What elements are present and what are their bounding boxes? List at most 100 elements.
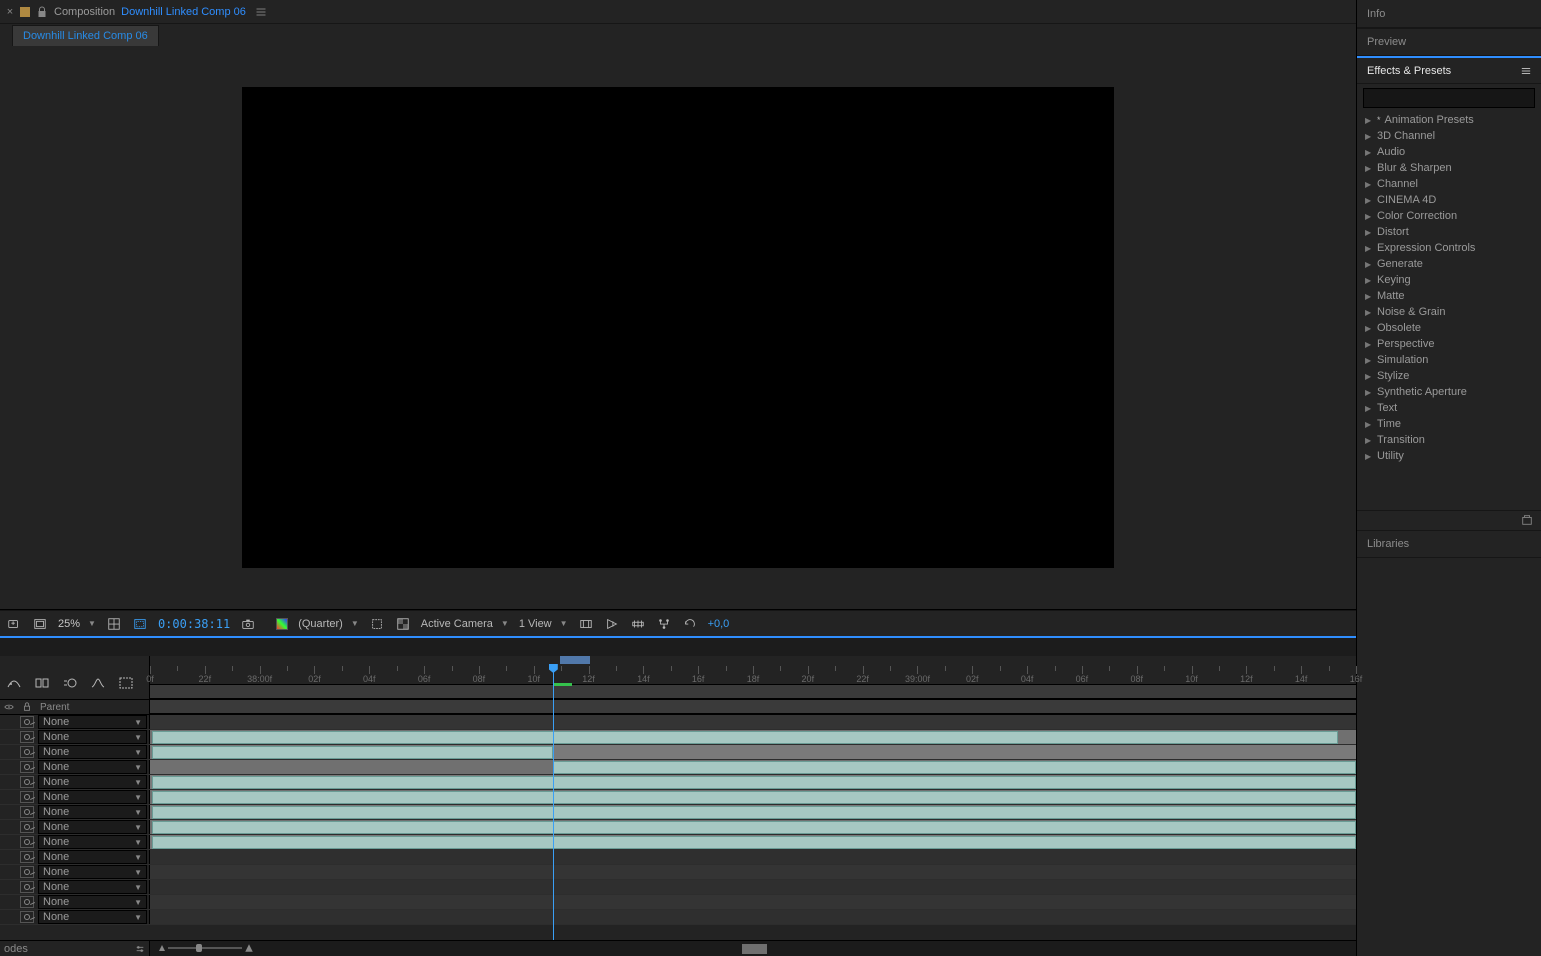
effects-category[interactable]: ▶Simulation [1357, 352, 1541, 368]
snapshot-icon[interactable] [240, 616, 256, 632]
layer-duration-bar[interactable] [152, 731, 1337, 744]
layer-track[interactable] [150, 895, 1356, 909]
parent-dropdown[interactable]: None▼ [38, 745, 147, 759]
graph-editor-icon[interactable] [90, 675, 106, 691]
effects-category[interactable]: ▶Utility [1357, 448, 1541, 464]
pickwhip-icon[interactable] [20, 791, 34, 803]
layer-track[interactable] [150, 790, 1356, 804]
timeline-row[interactable]: None▼ [0, 730, 1356, 745]
pixel-aspect-icon[interactable] [578, 616, 594, 632]
layer-track[interactable] [150, 880, 1356, 894]
libraries-panel-tab[interactable]: Libraries [1357, 530, 1541, 558]
effects-category[interactable]: ▶Synthetic Aperture [1357, 384, 1541, 400]
pickwhip-icon[interactable] [20, 821, 34, 833]
pickwhip-icon[interactable] [20, 851, 34, 863]
parent-dropdown[interactable]: None▼ [38, 730, 147, 744]
effects-category[interactable]: ▶CINEMA 4D [1357, 192, 1541, 208]
parent-dropdown[interactable]: None▼ [38, 715, 147, 729]
parent-dropdown[interactable]: None▼ [38, 895, 147, 909]
layer-duration-bar[interactable] [152, 791, 1356, 804]
shy-icon[interactable] [6, 675, 22, 691]
layer-track[interactable] [150, 835, 1356, 849]
preview-panel-tab[interactable]: Preview [1357, 28, 1541, 56]
safe-zones-icon[interactable] [132, 616, 148, 632]
layer-duration-bar[interactable] [152, 821, 1356, 834]
effects-category[interactable]: ▶Keying [1357, 272, 1541, 288]
timeline-row[interactable]: None▼ [0, 790, 1356, 805]
timeline-row[interactable]: None▼ [0, 805, 1356, 820]
flowchart-icon[interactable] [656, 616, 672, 632]
parent-dropdown[interactable]: None▼ [38, 775, 147, 789]
effects-category[interactable]: ▶Audio [1357, 144, 1541, 160]
parent-dropdown[interactable]: None▼ [38, 850, 147, 864]
pickwhip-icon[interactable] [20, 806, 34, 818]
pickwhip-icon[interactable] [20, 716, 34, 728]
panel-color-swatch[interactable] [20, 7, 30, 17]
pickwhip-icon[interactable] [20, 761, 34, 773]
parent-column-header[interactable]: Parent [40, 702, 69, 713]
timeline-row[interactable]: None▼ [0, 910, 1356, 925]
effects-category[interactable]: ▶*Animation Presets [1357, 112, 1541, 128]
pickwhip-icon[interactable] [20, 746, 34, 758]
effects-category[interactable]: ▶Expression Controls [1357, 240, 1541, 256]
pickwhip-icon[interactable] [20, 881, 34, 893]
effects-search-input[interactable] [1363, 88, 1535, 108]
timeline-row[interactable]: None▼ [0, 775, 1356, 790]
eye-column-icon[interactable] [4, 702, 14, 712]
frame-blend-icon[interactable] [34, 675, 50, 691]
panel-menu-icon[interactable] [252, 3, 270, 21]
timeline-row[interactable]: None▼ [0, 760, 1356, 775]
layer-track[interactable] [150, 805, 1356, 819]
pickwhip-icon[interactable] [20, 836, 34, 848]
effects-category[interactable]: ▶Color Correction [1357, 208, 1541, 224]
layer-track[interactable] [150, 910, 1356, 924]
composition-tab[interactable]: Downhill Linked Comp 06 [12, 25, 159, 46]
layer-track[interactable] [150, 775, 1356, 789]
lock-icon[interactable] [36, 6, 48, 18]
timeline-icon[interactable] [630, 616, 646, 632]
composition-name[interactable]: Downhill Linked Comp 06 [121, 6, 246, 18]
draft3d-icon[interactable] [118, 675, 134, 691]
camera-dropdown[interactable]: Active Camera ▼ [421, 618, 509, 630]
timeline-scrollbar-thumb[interactable] [742, 944, 766, 954]
close-icon[interactable]: × [6, 8, 14, 16]
layer-track[interactable] [150, 760, 1356, 774]
layer-track[interactable] [150, 715, 1356, 729]
current-time-indicator[interactable] [549, 664, 558, 684]
timeline-ruler[interactable]: 0f22f38:00f02f04f06f08f10f12f14f16f18f20… [150, 656, 1356, 700]
effects-category[interactable]: ▶Text [1357, 400, 1541, 416]
pickwhip-icon[interactable] [20, 776, 34, 788]
effects-category[interactable]: ▶Stylize [1357, 368, 1541, 384]
timeline-row[interactable]: None▼ [0, 715, 1356, 730]
effects-category[interactable]: ▶Obsolete [1357, 320, 1541, 336]
parent-dropdown[interactable]: None▼ [38, 820, 147, 834]
composition-viewer[interactable] [0, 46, 1356, 610]
effects-category[interactable]: ▶Perspective [1357, 336, 1541, 352]
effects-category[interactable]: ▶Noise & Grain [1357, 304, 1541, 320]
timeline-row[interactable]: None▼ [0, 865, 1356, 880]
effects-category[interactable]: ▶Matte [1357, 288, 1541, 304]
parent-dropdown[interactable]: None▼ [38, 760, 147, 774]
layer-duration-bar[interactable] [152, 806, 1356, 819]
exposure-value[interactable]: +0,0 [708, 618, 730, 630]
timeline-row[interactable]: None▼ [0, 820, 1356, 835]
timeline-row[interactable]: None▼ [0, 895, 1356, 910]
effects-category[interactable]: ▶Channel [1357, 176, 1541, 192]
lock-column-icon[interactable] [22, 702, 32, 712]
layer-track[interactable] [150, 745, 1356, 759]
parent-dropdown[interactable]: None▼ [38, 910, 147, 924]
parent-dropdown[interactable]: None▼ [38, 790, 147, 804]
timeline-row[interactable]: None▼ [0, 880, 1356, 895]
pickwhip-icon[interactable] [20, 911, 34, 923]
parent-dropdown[interactable]: None▼ [38, 865, 147, 879]
layer-track[interactable] [150, 820, 1356, 834]
timeline-zoom-slider[interactable] [160, 945, 250, 951]
resolution-dropdown[interactable]: (Quarter) ▼ [298, 618, 359, 630]
effects-category[interactable]: ▶Transition [1357, 432, 1541, 448]
roi-icon[interactable] [369, 616, 385, 632]
info-panel-tab[interactable]: Info [1357, 0, 1541, 28]
zoom-control[interactable]: 25% ▼ [58, 618, 96, 630]
pickwhip-icon[interactable] [20, 731, 34, 743]
views-dropdown[interactable]: 1 View ▼ [519, 618, 568, 630]
motion-blur-icon[interactable] [62, 675, 78, 691]
